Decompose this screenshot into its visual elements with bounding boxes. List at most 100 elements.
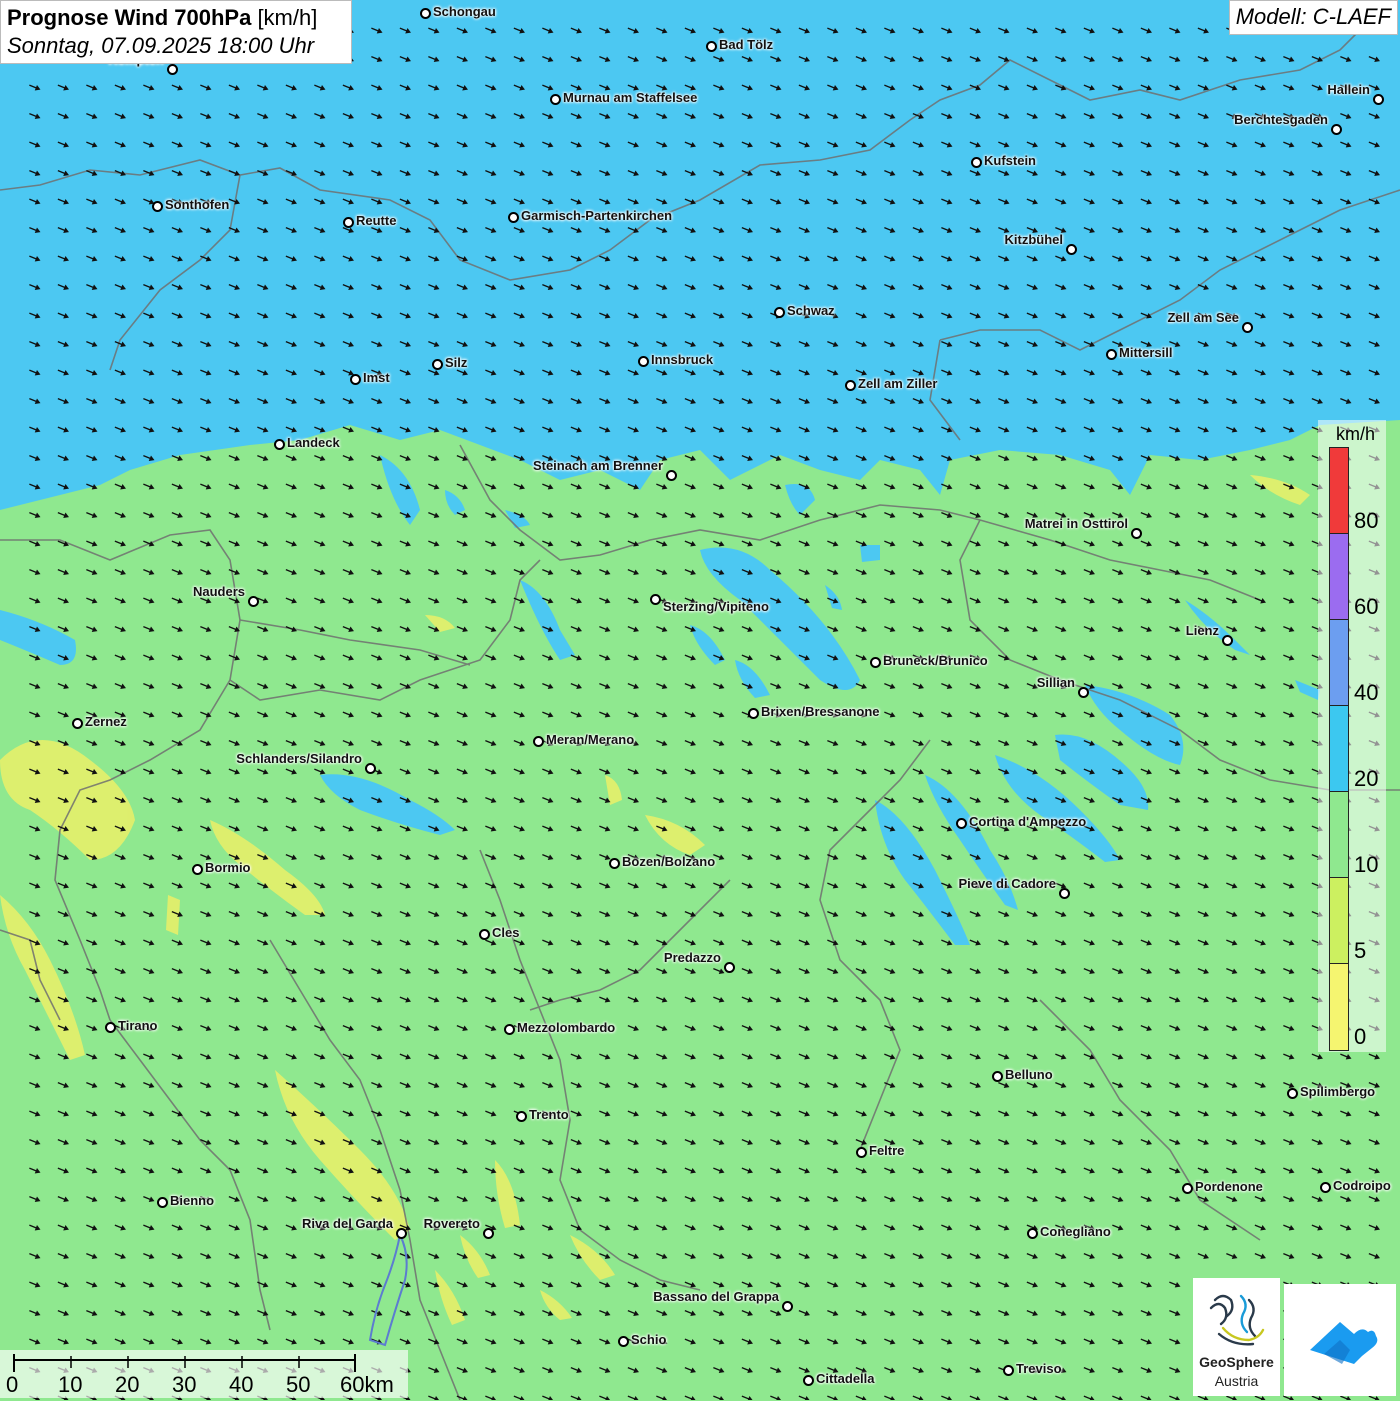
city-label: Conegliano (1040, 1224, 1111, 1239)
scale-tick: 10 (58, 1372, 83, 1397)
city-dot-icon (350, 374, 361, 385)
city-dot-icon (396, 1228, 407, 1239)
city-dot-icon (516, 1111, 527, 1122)
city-label: Reutte (356, 213, 397, 228)
scale-tick: 30 (172, 1372, 197, 1397)
city-dot-icon (650, 594, 661, 605)
city-dot-icon (748, 708, 759, 719)
legend-band-40 (1329, 619, 1349, 706)
scale-tick: 50 (286, 1372, 311, 1397)
city-label: Mittersill (1119, 345, 1173, 360)
city-dot-icon (1373, 94, 1384, 105)
city-dot-icon (192, 864, 203, 875)
city-label: Feltre (869, 1143, 905, 1158)
city-dot-icon (1222, 635, 1233, 646)
city-label: Imst (363, 370, 390, 385)
city-label: Nauders (192, 584, 245, 599)
legend-tick: 60 (1354, 594, 1379, 619)
forecast-datetime: Sonntag, 07.09.2025 18:00 Uhr (7, 33, 315, 58)
city-label: Brixen/Bressanone (761, 704, 880, 719)
city-label: Mezzolombardo (517, 1020, 616, 1035)
city-dot-icon (870, 657, 881, 668)
legend-band-10 (1329, 791, 1349, 878)
city-dot-icon (992, 1071, 1003, 1082)
city-label: Belluno (1005, 1067, 1053, 1082)
city-dot-icon (550, 94, 561, 105)
city-label: Meran/Merano (546, 732, 635, 747)
city-dot-icon (152, 201, 163, 212)
color-legend: km/h 80 60 40 20 10 5 0 (1318, 420, 1386, 1052)
city-label: Bruneck/Brunico (883, 653, 988, 668)
city-label: Pieve di Cadore (958, 876, 1056, 891)
city-dot-icon (845, 380, 856, 391)
city-dot-icon (1066, 244, 1077, 255)
city-dot-icon (167, 64, 178, 75)
city-label: Schongau (433, 4, 496, 19)
legend-band-80 (1329, 447, 1349, 534)
city-label: Zell am Ziller (858, 376, 938, 391)
city-label: Silz (445, 355, 468, 370)
legend-tick: 0 (1354, 1024, 1367, 1049)
city-dot-icon (618, 1336, 629, 1347)
city-dot-icon (856, 1147, 867, 1158)
legend-unit: km/h (1336, 424, 1376, 444)
city-label: Steinach am Brenner (532, 458, 663, 473)
city-dot-icon (432, 359, 443, 370)
city-label: Bienno (170, 1193, 215, 1208)
city-dot-icon (971, 157, 982, 168)
city-label: Bozen/Bolzano (622, 854, 716, 869)
city-dot-icon (248, 596, 259, 607)
city-dot-icon (609, 858, 620, 869)
city-label: Murnau am Staffelsee (563, 90, 698, 105)
city-label: Pordenone (1195, 1179, 1263, 1194)
city-label: Kitzbühel (1004, 232, 1064, 247)
city-label: Schio (631, 1332, 667, 1347)
city-label: Innsbruck (651, 352, 714, 367)
scale-tick: 60km (340, 1372, 394, 1397)
city-label: Garmisch-Partenkirchen (521, 208, 673, 223)
legend-band-60 (1329, 533, 1349, 620)
legend-tick: 40 (1354, 680, 1379, 705)
wind-area-blue-north (0, 0, 1400, 510)
city-label: Bormio (205, 860, 251, 875)
city-label: Landeck (287, 435, 340, 450)
city-label: Matrei in Osttirol (1024, 516, 1128, 531)
city-dot-icon (1320, 1182, 1331, 1193)
city-dot-icon (343, 217, 354, 228)
model-label: Modell: C-LAEF (1228, 0, 1398, 35)
city-dot-icon (504, 1024, 515, 1035)
city-label: Treviso (1016, 1361, 1062, 1376)
city-dot-icon (1287, 1088, 1298, 1099)
city-dot-icon (956, 818, 967, 829)
city-label: Tirano (118, 1018, 158, 1033)
city-label: Lienz (1185, 623, 1219, 638)
geosphere-logo-icon (1209, 1294, 1265, 1346)
city-label: Codroipo (1333, 1178, 1391, 1193)
city-dot-icon (365, 763, 376, 774)
city-dot-icon (1106, 349, 1117, 360)
city-label: Predazzo (663, 950, 721, 965)
city-label: Spilimbergo (1300, 1084, 1376, 1099)
legend-band-20 (1329, 705, 1349, 792)
title-box: Prognose Wind 700hPa [km/h] Sonntag, 07.… (0, 0, 352, 64)
city-label: Hallein (1327, 82, 1370, 97)
city-dot-icon (803, 1375, 814, 1386)
city-dot-icon (1059, 888, 1070, 899)
city-dot-icon (1182, 1183, 1193, 1194)
city-dot-icon (1331, 124, 1342, 135)
city-dot-icon (533, 736, 544, 747)
city-dot-icon (105, 1022, 116, 1033)
city-dot-icon (1027, 1228, 1038, 1239)
city-dot-icon (782, 1301, 793, 1312)
city-dot-icon (1242, 322, 1253, 333)
geosphere-logo-country: Austria (1214, 1373, 1259, 1389)
city-label: Berchtesgaden (1234, 112, 1328, 127)
city-dot-icon (479, 929, 490, 940)
city-dot-icon (72, 718, 83, 729)
legend-tick: 5 (1354, 938, 1367, 963)
legend-tick: 10 (1354, 852, 1379, 877)
city-label: Trento (529, 1107, 569, 1122)
city-dot-icon (724, 962, 735, 973)
city-dot-icon (508, 212, 519, 223)
city-dot-icon (706, 41, 717, 52)
